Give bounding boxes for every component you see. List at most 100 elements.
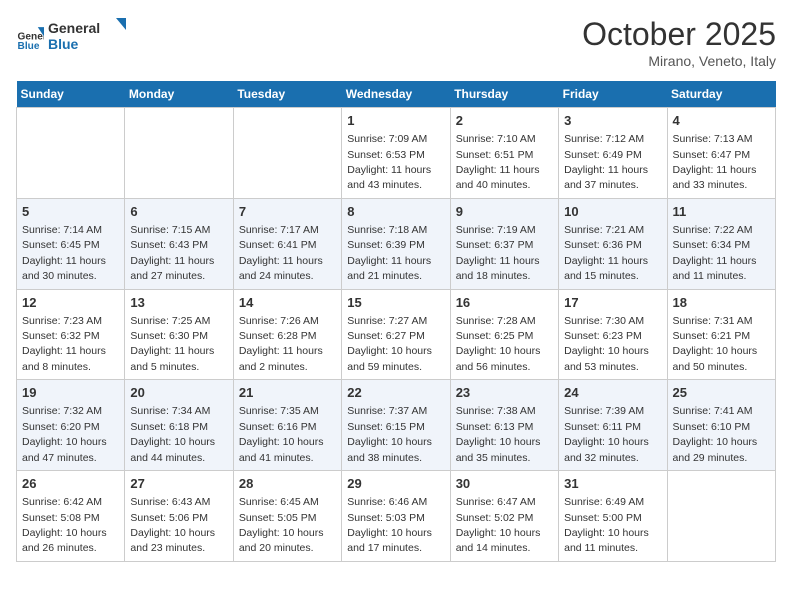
day-info: Sunrise: 7:21 AM Sunset: 6:36 PM Dayligh… bbox=[564, 224, 648, 282]
day-info: Sunrise: 6:45 AM Sunset: 5:05 PM Dayligh… bbox=[239, 496, 324, 554]
day-info: Sunrise: 7:14 AM Sunset: 6:45 PM Dayligh… bbox=[22, 224, 106, 282]
day-info: Sunrise: 7:34 AM Sunset: 6:18 PM Dayligh… bbox=[130, 405, 215, 463]
logo-icon: General Blue bbox=[16, 24, 44, 52]
day-info: Sunrise: 7:32 AM Sunset: 6:20 PM Dayligh… bbox=[22, 405, 107, 463]
page-header: General Blue General Blue October 2025 M… bbox=[16, 16, 776, 69]
day-info: Sunrise: 7:19 AM Sunset: 6:37 PM Dayligh… bbox=[456, 224, 540, 282]
day-number: 3 bbox=[564, 112, 661, 130]
empty-cell bbox=[17, 108, 125, 199]
day-cell-31: 31Sunrise: 6:49 AM Sunset: 5:00 PM Dayli… bbox=[559, 471, 667, 562]
month-title: October 2025 bbox=[582, 16, 776, 53]
day-cell-28: 28 Sunrise: 6:45 AM Sunset: 5:05 PM Dayli… bbox=[233, 471, 341, 562]
day-cell-27: 27 Sunrise: 6:43 AM Sunset: 5:06 PM Dayli… bbox=[125, 471, 233, 562]
day-info: Sunrise: 7:39 AM Sunset: 6:11 PM Dayligh… bbox=[564, 405, 649, 463]
day-number: 5 bbox=[22, 203, 119, 221]
calendar-table: SundayMondayTuesdayWednesdayThursdayFrid… bbox=[16, 81, 776, 562]
day-cell-3: 3 Sunrise: 7:12 AM Sunset: 6:49 PM Daylig… bbox=[559, 108, 667, 199]
day-header-friday: Friday bbox=[559, 81, 667, 108]
day-number: 15 bbox=[347, 294, 444, 312]
day-cell-10: 10 Sunrise: 7:21 AM Sunset: 6:36 PM Dayli… bbox=[559, 198, 667, 289]
day-cell-5: 5 Sunrise: 7:14 AM Sunset: 6:45 PM Daylig… bbox=[17, 198, 125, 289]
day-cell-24: 24 Sunrise: 7:39 AM Sunset: 6:11 PM Dayli… bbox=[559, 380, 667, 471]
day-info: Sunrise: 7:09 AM Sunset: 6:53 PM Dayligh… bbox=[347, 133, 431, 191]
empty-cell bbox=[233, 108, 341, 199]
day-header-thursday: Thursday bbox=[450, 81, 558, 108]
day-number: 21 bbox=[239, 384, 336, 402]
day-cell-18: 18 Sunrise: 7:31 AM Sunset: 6:21 PM Dayli… bbox=[667, 289, 775, 380]
day-number: 2 bbox=[456, 112, 553, 130]
day-info: Sunrise: 7:38 AM Sunset: 6:13 PM Dayligh… bbox=[456, 405, 541, 463]
day-cell-12: 12 Sunrise: 7:23 AM Sunset: 6:32 PM Dayli… bbox=[17, 289, 125, 380]
day-info: Sunrise: 6:43 AM Sunset: 5:06 PM Dayligh… bbox=[130, 496, 215, 554]
day-info: Sunrise: 6:47 AM Sunset: 5:02 PM Dayligh… bbox=[456, 496, 541, 554]
location-subtitle: Mirano, Veneto, Italy bbox=[582, 53, 776, 69]
day-cell-8: 8 Sunrise: 7:18 AM Sunset: 6:39 PM Daylig… bbox=[342, 198, 450, 289]
day-cell-15: 15 Sunrise: 7:27 AM Sunset: 6:27 PM Dayli… bbox=[342, 289, 450, 380]
day-info: Sunrise: 7:28 AM Sunset: 6:25 PM Dayligh… bbox=[456, 315, 541, 373]
day-number: 14 bbox=[239, 294, 336, 312]
day-number: 25 bbox=[673, 384, 770, 402]
day-number: 23 bbox=[456, 384, 553, 402]
day-info: Sunrise: 7:27 AM Sunset: 6:27 PM Dayligh… bbox=[347, 315, 432, 373]
day-cell-26: 26Sunrise: 6:42 AM Sunset: 5:08 PM Dayli… bbox=[17, 471, 125, 562]
day-info: Sunrise: 7:13 AM Sunset: 6:47 PM Dayligh… bbox=[673, 133, 757, 191]
day-cell-14: 14 Sunrise: 7:26 AM Sunset: 6:28 PM Dayli… bbox=[233, 289, 341, 380]
day-number: 22 bbox=[347, 384, 444, 402]
day-number: 8 bbox=[347, 203, 444, 221]
day-cell-21: 21 Sunrise: 7:35 AM Sunset: 6:16 PM Dayli… bbox=[233, 380, 341, 471]
day-info: Sunrise: 6:42 AM Sunset: 5:08 PM Dayligh… bbox=[22, 496, 107, 554]
day-info: Sunrise: 7:15 AM Sunset: 6:43 PM Dayligh… bbox=[130, 224, 214, 282]
day-cell-30: 30 Sunrise: 6:47 AM Sunset: 5:02 PM Dayli… bbox=[450, 471, 558, 562]
day-number: 6 bbox=[130, 203, 227, 221]
day-number: 9 bbox=[456, 203, 553, 221]
day-number: 19 bbox=[22, 384, 119, 402]
day-number: 11 bbox=[673, 203, 770, 221]
day-info: Sunrise: 7:25 AM Sunset: 6:30 PM Dayligh… bbox=[130, 315, 214, 373]
day-cell-6: 6 Sunrise: 7:15 AM Sunset: 6:43 PM Daylig… bbox=[125, 198, 233, 289]
svg-text:Blue: Blue bbox=[48, 36, 79, 52]
day-info: Sunrise: 7:17 AM Sunset: 6:41 PM Dayligh… bbox=[239, 224, 323, 282]
day-cell-2: 2Sunrise: 7:10 AM Sunset: 6:51 PM Daylig… bbox=[450, 108, 558, 199]
day-number: 13 bbox=[130, 294, 227, 312]
day-cell-20: 20 Sunrise: 7:34 AM Sunset: 6:18 PM Dayli… bbox=[125, 380, 233, 471]
day-number: 12 bbox=[22, 294, 119, 312]
day-info: Sunrise: 7:41 AM Sunset: 6:10 PM Dayligh… bbox=[673, 405, 758, 463]
day-cell-16: 16Sunrise: 7:28 AM Sunset: 6:25 PM Dayli… bbox=[450, 289, 558, 380]
day-info: Sunrise: 7:26 AM Sunset: 6:28 PM Dayligh… bbox=[239, 315, 323, 373]
svg-text:Blue: Blue bbox=[18, 40, 40, 51]
day-number: 30 bbox=[456, 475, 553, 493]
day-info: Sunrise: 7:23 AM Sunset: 6:32 PM Dayligh… bbox=[22, 315, 106, 373]
day-cell-9: 9 Sunrise: 7:19 AM Sunset: 6:37 PM Daylig… bbox=[450, 198, 558, 289]
day-number: 18 bbox=[673, 294, 770, 312]
day-number: 1 bbox=[347, 112, 444, 130]
day-header-saturday: Saturday bbox=[667, 81, 775, 108]
day-cell-4: 4Sunrise: 7:13 AM Sunset: 6:47 PM Daylig… bbox=[667, 108, 775, 199]
title-block: October 2025 Mirano, Veneto, Italy bbox=[582, 16, 776, 69]
day-number: 24 bbox=[564, 384, 661, 402]
day-info: Sunrise: 7:18 AM Sunset: 6:39 PM Dayligh… bbox=[347, 224, 431, 282]
day-cell-11: 11Sunrise: 7:22 AM Sunset: 6:34 PM Dayli… bbox=[667, 198, 775, 289]
day-number: 31 bbox=[564, 475, 661, 493]
day-info: Sunrise: 7:31 AM Sunset: 6:21 PM Dayligh… bbox=[673, 315, 758, 373]
day-cell-1: 1 Sunrise: 7:09 AM Sunset: 6:53 PM Daylig… bbox=[342, 108, 450, 199]
day-number: 29 bbox=[347, 475, 444, 493]
empty-cell bbox=[667, 471, 775, 562]
day-header-wednesday: Wednesday bbox=[342, 81, 450, 108]
day-cell-19: 19 Sunrise: 7:32 AM Sunset: 6:20 PM Dayli… bbox=[17, 380, 125, 471]
logo: General Blue General Blue bbox=[16, 16, 128, 59]
day-cell-29: 29Sunrise: 6:46 AM Sunset: 5:03 PM Dayli… bbox=[342, 471, 450, 562]
day-header-monday: Monday bbox=[125, 81, 233, 108]
logo-wordmark: General Blue bbox=[48, 16, 128, 59]
day-info: Sunrise: 7:37 AM Sunset: 6:15 PM Dayligh… bbox=[347, 405, 432, 463]
day-cell-7: 7 Sunrise: 7:17 AM Sunset: 6:41 PM Daylig… bbox=[233, 198, 341, 289]
day-info: Sunrise: 7:35 AM Sunset: 6:16 PM Dayligh… bbox=[239, 405, 324, 463]
day-info: Sunrise: 7:12 AM Sunset: 6:49 PM Dayligh… bbox=[564, 133, 648, 191]
day-number: 27 bbox=[130, 475, 227, 493]
day-number: 17 bbox=[564, 294, 661, 312]
day-number: 28 bbox=[239, 475, 336, 493]
day-number: 10 bbox=[564, 203, 661, 221]
day-cell-23: 23 Sunrise: 7:38 AM Sunset: 6:13 PM Dayli… bbox=[450, 380, 558, 471]
day-number: 7 bbox=[239, 203, 336, 221]
day-number: 20 bbox=[130, 384, 227, 402]
day-cell-17: 17Sunrise: 7:30 AM Sunset: 6:23 PM Dayli… bbox=[559, 289, 667, 380]
